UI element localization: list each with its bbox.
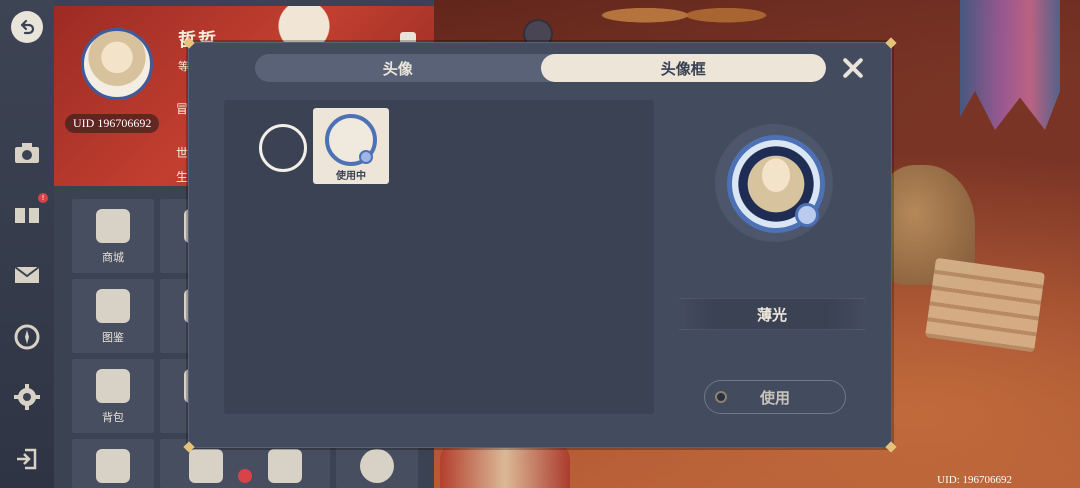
profile-extra-3: 生: [176, 170, 189, 184]
compass-button[interactable]: [12, 322, 42, 352]
gem-icon: [795, 203, 819, 227]
pots-decor: [600, 0, 780, 38]
corner-ornament: [884, 440, 898, 454]
radio-dot-icon: [715, 391, 727, 403]
alert-icon: [238, 469, 252, 483]
tile-backpack[interactable]: 背包: [72, 359, 154, 433]
exit-button[interactable]: [12, 444, 42, 474]
book-icon: [96, 289, 130, 323]
hanging-cloth-decor: [960, 0, 1060, 130]
tab-bar: 头像 头像框: [255, 54, 826, 82]
back-arrow-icon: [20, 19, 35, 35]
uid-badge: UID 196706692: [65, 114, 160, 133]
tab-avatar[interactable]: 头像: [255, 54, 541, 82]
corner-ornament: [182, 440, 196, 454]
notebook-icon: [96, 449, 130, 483]
ring-icon: [259, 124, 307, 172]
notification-badge: !: [38, 193, 48, 203]
in-use-label: 使用中: [336, 171, 366, 182]
left-rail: !: [0, 0, 54, 488]
compass-icon: [360, 449, 394, 483]
profile-extra-1: 冒: [176, 102, 189, 116]
tile-notebook[interactable]: [72, 439, 154, 488]
exit-icon: [17, 448, 37, 470]
use-button-label: 使用: [759, 388, 790, 407]
mail-button[interactable]: [12, 260, 42, 290]
tile-archive[interactable]: 图鉴: [72, 279, 154, 353]
frame-grid: 使用中: [224, 100, 654, 414]
close-icon[interactable]: [842, 57, 864, 79]
frame-option-empty[interactable]: [244, 110, 320, 186]
shop-bag-icon: [96, 209, 130, 243]
backpack-icon: [96, 369, 130, 403]
avatar[interactable]: [81, 28, 153, 100]
tile-shop[interactable]: 商城: [72, 199, 154, 273]
flame-icon: [267, 449, 302, 483]
frame-option-selected[interactable]: 使用中: [313, 108, 389, 184]
gift-button[interactable]: !: [12, 193, 48, 228]
settings-button[interactable]: [12, 382, 42, 412]
camera-icon: [15, 143, 39, 163]
gear-icon: [14, 384, 40, 410]
tile-label: 背包: [102, 411, 124, 424]
tile-label: 商城: [102, 251, 124, 264]
gift-icon: [15, 208, 39, 223]
mail-icon: [14, 266, 40, 283]
books-decor: [924, 257, 1046, 353]
uid-watermark: UID: 196706692: [937, 474, 1012, 486]
gem-icon: [359, 150, 373, 164]
corner-ornament: [884, 36, 898, 50]
camera-button[interactable]: [12, 138, 42, 168]
tile-label: 图鉴: [102, 331, 124, 344]
sparkle-icon: [188, 449, 223, 483]
compass-icon: [14, 324, 40, 350]
profile-extra-2: 世: [176, 146, 189, 160]
corner-ornament: [182, 36, 196, 50]
tab-avatar-frame[interactable]: 头像框: [540, 54, 826, 82]
use-button[interactable]: 使用: [704, 380, 846, 414]
frame-name: 薄光: [679, 298, 865, 330]
avatar-frame-modal: 头像 头像框 使用中 薄光 使用: [188, 42, 892, 448]
back-button[interactable]: [11, 11, 43, 43]
